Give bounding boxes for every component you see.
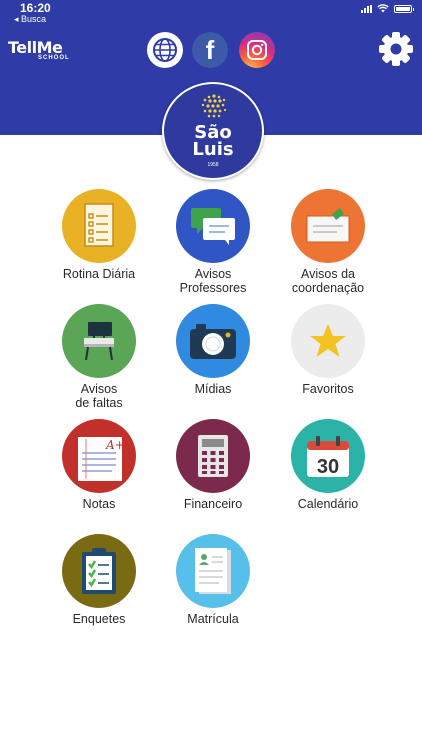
avisos-professores-button[interactable]: Avisos Professores — [153, 189, 273, 295]
tile-label: Financeiro — [183, 497, 243, 511]
school-year: 1958 — [207, 162, 219, 168]
icon-circle — [62, 189, 136, 263]
midias-button[interactable]: Mídias — [153, 304, 273, 396]
instagram-icon — [247, 40, 267, 60]
icon-circle — [176, 419, 250, 493]
survey-clipboard-icon — [82, 548, 116, 594]
camera-icon — [190, 324, 236, 359]
website-button[interactable] — [147, 32, 183, 68]
tile-label: Enquetes — [72, 612, 126, 626]
rotina-diaria-button[interactable]: Rotina Diária — [39, 189, 159, 281]
tile-label: Mídias — [194, 382, 232, 396]
checklist-icon — [84, 203, 114, 247]
calendario-button[interactable]: 30 Calendário — [268, 419, 388, 511]
instagram-button[interactable] — [239, 32, 275, 68]
wifi-icon — [377, 4, 389, 13]
facebook-button[interactable]: f — [192, 32, 228, 68]
enrollment-form-icon — [195, 548, 231, 594]
cellular-signal-icon — [361, 4, 372, 13]
battery-icon — [394, 4, 414, 13]
brand-subtitle: SCHOOL — [38, 55, 70, 61]
financeiro-button[interactable]: Financeiro — [153, 419, 273, 511]
calendar-icon: 30 — [307, 436, 349, 478]
enquetes-button[interactable]: Enquetes — [39, 534, 159, 626]
settings-gear-icon[interactable] — [378, 31, 414, 67]
star-icon — [310, 324, 346, 357]
icon-circle — [62, 304, 136, 378]
empty-desk-icon — [84, 322, 114, 361]
status-time: 16:20 — [20, 1, 51, 15]
tile-label: Favoritos — [302, 382, 354, 396]
app-logo: TellMe SCHOOL — [8, 38, 70, 61]
back-to-search-link[interactable]: ◂ Busca — [14, 14, 46, 25]
icon-circle: A+ — [62, 419, 136, 493]
status-bar: 16:20 ◂ Busca — [0, 0, 422, 26]
calculator-icon — [198, 435, 228, 477]
tile-label: Notas — [82, 497, 116, 511]
tile-label: Calendário — [297, 497, 359, 511]
chat-bubbles-icon — [191, 208, 235, 245]
icon-circle — [291, 304, 365, 378]
status-indicators — [361, 4, 414, 13]
graded-paper-icon: A+ — [78, 437, 125, 481]
grade-mark: A+ — [105, 438, 125, 452]
avisos-coordenacao-button[interactable]: Avisos da coordenação — [268, 189, 388, 295]
tile-label: Rotina Diária — [62, 267, 136, 281]
icon-circle — [176, 304, 250, 378]
icon-circle: 30 — [291, 419, 365, 493]
calendar-day: 30 — [317, 456, 339, 478]
school-name: São Luis — [192, 122, 234, 160]
icon-circle — [291, 189, 365, 263]
school-logo: São Luis 1958 — [162, 82, 264, 180]
globe-icon — [153, 38, 177, 62]
note-pin-icon — [306, 208, 350, 243]
icon-circle — [176, 189, 250, 263]
icon-circle — [176, 534, 250, 608]
avisos-de-faltas-button[interactable]: Avisos de faltas — [39, 304, 159, 410]
tile-label: Avisos da coordenação — [291, 267, 365, 295]
globe-dots-icon — [201, 94, 227, 118]
matricula-button[interactable]: Matrícula — [153, 534, 273, 626]
facebook-icon: f — [205, 34, 215, 65]
favoritos-button[interactable]: Favoritos — [268, 304, 388, 396]
tile-label: Avisos de faltas — [75, 382, 123, 410]
notas-button[interactable]: A+ Notas — [39, 419, 159, 511]
tile-label: Avisos Professores — [179, 267, 247, 295]
icon-circle — [62, 534, 136, 608]
tile-label: Matrícula — [187, 612, 239, 626]
